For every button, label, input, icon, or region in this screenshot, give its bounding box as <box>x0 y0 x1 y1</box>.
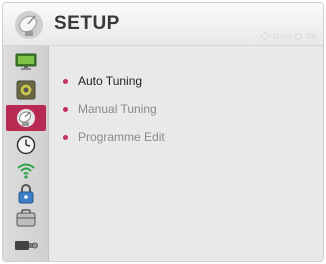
setup-window: SETUP Move OK Auto Tuning Manual Tuning … <box>2 2 324 262</box>
picture-icon <box>15 53 36 70</box>
menu-item-label: Manual Tuning <box>78 102 157 116</box>
page-title: SETUP <box>54 13 120 34</box>
clock-icon <box>16 135 35 155</box>
menu-item-label: Programme Edit <box>78 130 165 144</box>
navigation-hints: Move OK <box>259 31 317 41</box>
move-hint-label: Move <box>272 31 293 41</box>
sidebar-item-network[interactable] <box>9 159 42 181</box>
sidebar-item-sound[interactable] <box>9 79 42 101</box>
wifi-icon <box>16 163 35 179</box>
bullet-icon <box>63 134 68 140</box>
menu-item-label: Auto Tuning <box>78 74 143 88</box>
satellite-dish-icon <box>15 11 43 39</box>
sidebar-item-setup[interactable] <box>6 105 46 131</box>
bullet-icon <box>63 106 68 112</box>
sidebar-item-option[interactable] <box>9 207 42 229</box>
lock-icon <box>18 184 33 204</box>
ok-button-icon <box>295 32 303 40</box>
sound-icon <box>16 80 35 100</box>
move-arrows-icon <box>259 31 270 41</box>
input-icon <box>14 241 38 250</box>
ok-hint-label: OK <box>305 31 317 41</box>
menu-panel: Auto Tuning Manual Tuning Programme Edit <box>49 46 323 261</box>
header-bar: SETUP Move OK <box>3 3 323 46</box>
bullet-icon <box>63 78 68 84</box>
setup-icon <box>17 109 35 127</box>
briefcase-icon <box>16 209 35 227</box>
sidebar-item-time[interactable] <box>9 134 42 156</box>
category-sidebar <box>3 46 49 261</box>
sidebar-item-input[interactable] <box>9 234 42 256</box>
sidebar-item-lock[interactable] <box>9 183 42 205</box>
menu-item-programme-edit[interactable]: Programme Edit <box>63 130 165 144</box>
menu-item-auto-tuning[interactable]: Auto Tuning <box>63 74 142 88</box>
sidebar-item-picture[interactable] <box>9 51 42 73</box>
menu-item-manual-tuning[interactable]: Manual Tuning <box>63 102 157 116</box>
